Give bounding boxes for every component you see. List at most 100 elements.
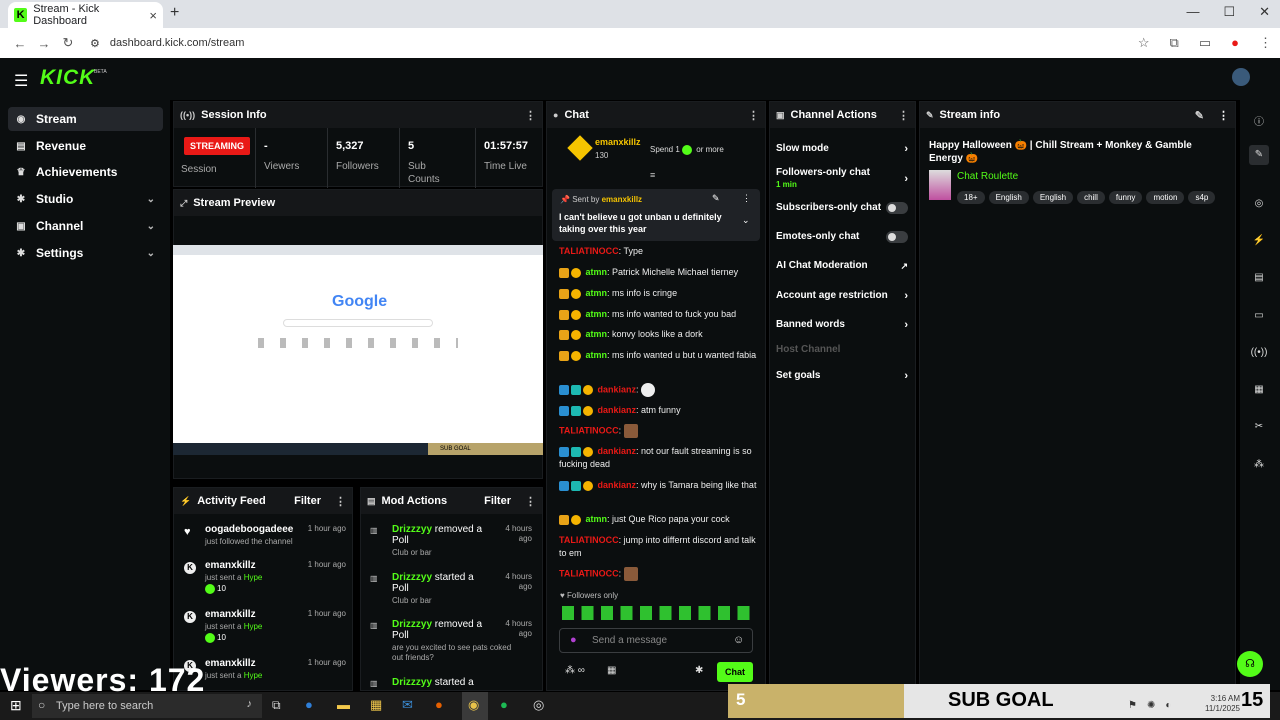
chat-username[interactable]: atmn xyxy=(586,329,608,339)
tag: motion xyxy=(1146,191,1185,204)
more-options-icon[interactable]: ⋮ xyxy=(525,495,536,508)
chat-username[interactable]: atmn xyxy=(586,350,608,360)
minimize-button[interactable]: — xyxy=(1186,4,1199,20)
back-icon[interactable]: ← xyxy=(8,36,32,51)
store-icon[interactable]: ▦ xyxy=(607,665,616,676)
action-ai-moderation[interactable]: AI Chat Moderation ↗ xyxy=(776,260,908,272)
mod-user[interactable]: Drizzzyy xyxy=(392,572,432,583)
chat-username[interactable]: dankianz xyxy=(598,384,637,394)
more-options-icon[interactable]: ⋮ xyxy=(748,109,759,122)
firefox-icon[interactable]: ● xyxy=(435,697,443,712)
chat-sort-icon[interactable]: ≡ xyxy=(650,170,655,180)
chevron-down-icon[interactable]: ⌄ xyxy=(147,221,155,232)
app-icon[interactable]: ◎ xyxy=(533,697,544,713)
emote-bar[interactable] xyxy=(562,606,752,620)
integrations-icon[interactable]: ⁂ xyxy=(1249,459,1269,470)
chat-username[interactable]: TALIATINOCC xyxy=(559,246,619,256)
sidebar-item-channel[interactable]: ▣ Channel ⌄ xyxy=(8,214,163,238)
chat-username[interactable]: atmn xyxy=(586,267,608,277)
file-explorer-icon[interactable]: ▬ xyxy=(337,697,350,712)
lightning-icon[interactable]: ⚡ xyxy=(1249,235,1269,246)
menu-kebab-icon[interactable]: ⋮ xyxy=(1259,35,1272,51)
windows-start-icon[interactable]: ⊞ xyxy=(10,697,22,714)
wrench-icon[interactable]: ✂ xyxy=(1249,421,1269,432)
task-view-icon[interactable]: ⧉ xyxy=(272,698,281,713)
maximize-button[interactable]: ☐ xyxy=(1223,4,1235,20)
cast-icon[interactable]: ▭ xyxy=(1199,35,1211,51)
extensions-icon[interactable]: ⧉ xyxy=(1170,35,1179,51)
chat-input[interactable]: ● Send a message ☺ xyxy=(559,628,753,653)
chat-username[interactable]: atmn xyxy=(586,309,608,319)
chevron-down-icon[interactable]: ⌄ xyxy=(742,215,750,226)
action-slow-mode[interactable]: Slow mode › xyxy=(776,143,908,155)
profile-icon[interactable]: ● xyxy=(1231,35,1239,51)
url-field[interactable]: ⚙ dashboard.kick.com/stream xyxy=(80,32,1128,54)
more-options-icon[interactable]: ⋮ xyxy=(525,109,536,122)
more-options-icon[interactable]: ⋮ xyxy=(898,109,909,122)
edit-icon[interactable]: ✎ xyxy=(1195,109,1204,122)
mail-icon[interactable]: ✉ xyxy=(402,697,413,713)
site-info-icon[interactable]: ⚙ xyxy=(90,37,100,50)
close-window-button[interactable]: ✕ xyxy=(1259,4,1270,20)
unpin-icon[interactable]: ✎ xyxy=(712,193,720,204)
kick-logo[interactable]: KICK xyxy=(40,66,95,90)
new-tab-button[interactable]: + xyxy=(170,4,179,22)
mod-user[interactable]: Drizzzyy xyxy=(392,524,432,535)
user-avatar[interactable] xyxy=(1232,68,1250,86)
chat-tools-icon[interactable]: ⁂ ∞ xyxy=(565,665,585,676)
more-options-icon[interactable]: ⋮ xyxy=(335,495,346,508)
layout-icon[interactable]: ▦ xyxy=(1249,384,1269,395)
support-headset-icon[interactable]: ☊ xyxy=(1237,651,1263,677)
reload-icon[interactable]: ↻ xyxy=(56,35,80,51)
forward-icon[interactable]: → xyxy=(32,36,56,51)
emoji-icon[interactable]: ☺ xyxy=(733,634,744,646)
action-banned-words[interactable]: Banned words › xyxy=(776,319,908,331)
edge-icon[interactable]: ● xyxy=(305,697,313,712)
pencil-icon[interactable]: ✎ xyxy=(1249,145,1269,165)
mic-icon[interactable]: ● xyxy=(570,634,577,646)
mod-user[interactable]: Drizzzyy xyxy=(392,619,432,630)
action-set-goals[interactable]: Set goals › xyxy=(776,370,908,382)
sidebar-item-revenue[interactable]: ▤ Revenue xyxy=(8,134,163,158)
chat-username[interactable]: TALIATINOCC xyxy=(559,568,619,578)
spotify-icon[interactable]: ● xyxy=(500,697,508,712)
send-chat-button[interactable]: Chat xyxy=(717,662,753,682)
mod-user[interactable]: Drizzzyy xyxy=(392,677,432,688)
sidebar-item-settings[interactable]: ✱ Settings ⌄ xyxy=(8,241,163,265)
chat-username[interactable]: dankianz xyxy=(598,405,637,415)
filter-button[interactable]: Filter xyxy=(484,495,511,507)
store-icon[interactable]: ▦ xyxy=(370,697,382,713)
broadcast-icon[interactable]: ((•)) xyxy=(1249,347,1269,358)
more-options-icon[interactable]: ⋮ xyxy=(1218,109,1229,122)
filter-button[interactable]: Filter xyxy=(294,495,321,507)
tab-close-icon[interactable]: × xyxy=(149,8,157,23)
stream-preview-video[interactable]: SUB GOAL xyxy=(173,245,543,455)
system-tray-icons[interactable]: ⚑✺◐ xyxy=(1128,700,1181,711)
bookmark-star-icon[interactable]: ☆ xyxy=(1138,35,1150,51)
emotes-only-toggle[interactable] xyxy=(886,231,908,243)
chat-username[interactable]: TALIATINOCC xyxy=(559,535,619,545)
info-icon[interactable]: ⓘ xyxy=(1249,113,1269,128)
chevron-down-icon[interactable]: ⌄ xyxy=(147,194,155,205)
subscribers-only-toggle[interactable] xyxy=(886,202,908,214)
action-followers-only[interactable]: Followers-only chat 1 min › xyxy=(776,167,908,191)
sidebar-item-studio[interactable]: ✱ Studio ⌄ xyxy=(8,187,163,211)
category-name[interactable]: Chat Roulette xyxy=(957,171,1018,182)
chat-settings-icon[interactable]: ✱ xyxy=(695,665,703,676)
chat-username[interactable]: atmn xyxy=(586,514,608,524)
pinned-more-icon[interactable]: ⋮ xyxy=(742,193,751,204)
browser-tab[interactable]: K Stream - Kick Dashboard × xyxy=(8,2,163,28)
mic-icon[interactable]: ♪ xyxy=(247,698,253,710)
chat-username[interactable]: atmn xyxy=(586,288,608,298)
document-icon[interactable]: ▤ xyxy=(1249,272,1269,283)
chat-icon[interactable]: ▭ xyxy=(1249,310,1269,321)
chevron-down-icon[interactable]: ⌄ xyxy=(147,248,155,259)
hamburger-menu-icon[interactable]: ☰ xyxy=(14,71,28,91)
chat-username[interactable]: dankianz xyxy=(598,446,637,456)
camera-icon[interactable]: ◎ xyxy=(1249,198,1269,209)
sidebar-item-achievements[interactable]: ♛ Achievements xyxy=(8,160,163,184)
chat-username[interactable]: dankianz xyxy=(598,480,637,490)
sidebar-item-stream[interactable]: ◉ Stream xyxy=(8,107,163,131)
chat-username[interactable]: TALIATINOCC xyxy=(559,425,619,435)
action-account-age[interactable]: Account age restriction › xyxy=(776,290,908,302)
